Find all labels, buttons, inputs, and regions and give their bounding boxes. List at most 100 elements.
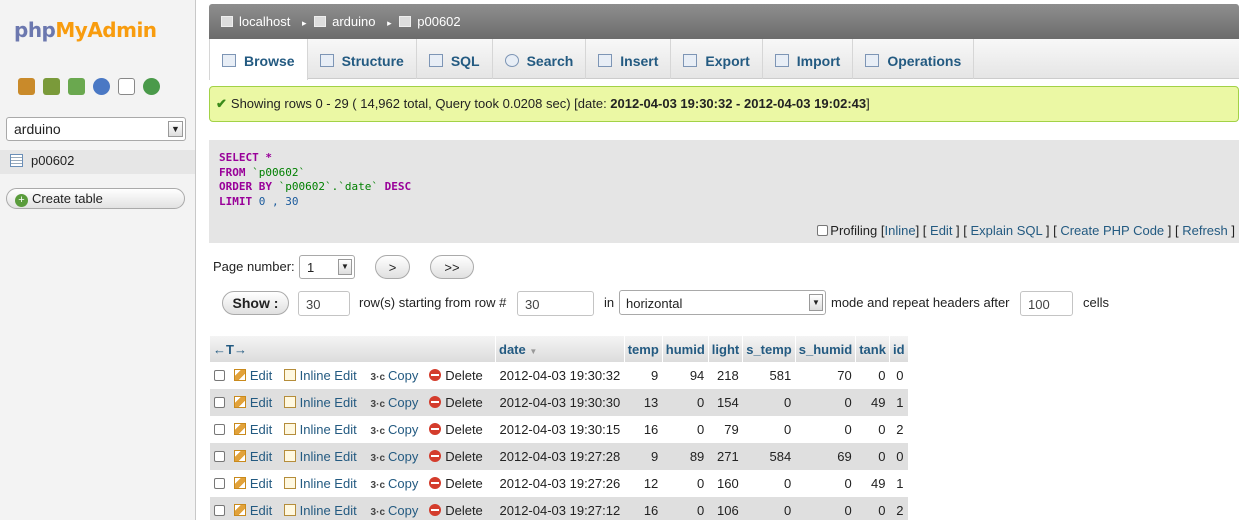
inline-edit-link[interactable]: Inline Edit: [283, 503, 357, 518]
home-icon[interactable]: [18, 78, 35, 95]
tab-export[interactable]: Export: [671, 39, 763, 79]
edit-sql-link[interactable]: Edit: [930, 223, 952, 238]
inline-link[interactable]: Inline: [885, 223, 916, 238]
table-cell-id[interactable]: 2: [889, 497, 908, 520]
row-checkbox[interactable]: [213, 424, 225, 435]
table-cell-s-temp[interactable]: 0: [742, 389, 796, 416]
tab-operations[interactable]: Operations: [853, 39, 975, 79]
row-checkbox[interactable]: [213, 451, 225, 462]
table-cell-humid[interactable]: 0: [662, 416, 709, 443]
table-cell-humid[interactable]: 0: [662, 389, 709, 416]
tab-insert[interactable]: Insert: [586, 39, 672, 79]
table-cell-tank[interactable]: 0: [855, 416, 890, 443]
delete-link[interactable]: Delete: [429, 503, 483, 518]
inline-edit-link[interactable]: Inline Edit: [283, 449, 357, 464]
table-cell-id[interactable]: 0: [889, 443, 908, 470]
reload-icon[interactable]: [143, 78, 160, 95]
tab-structure[interactable]: Structure: [308, 39, 417, 79]
show-button[interactable]: Show :: [222, 291, 289, 315]
sql-query[interactable]: SELECT * FROM `p00602` ORDER BY `p00602`…: [219, 151, 411, 209]
table-cell-humid[interactable]: 94: [662, 362, 709, 389]
delete-link[interactable]: Delete: [429, 449, 483, 464]
display-mode-select[interactable]: horizontal ▼: [619, 290, 826, 315]
table-cell-tank[interactable]: 0: [855, 443, 890, 470]
table-cell-light[interactable]: 154: [708, 389, 743, 416]
copy-link[interactable]: 3·c Copy: [371, 368, 419, 383]
table-cell-light[interactable]: 79: [708, 416, 743, 443]
copy-link[interactable]: 3·c Copy: [371, 503, 419, 518]
logout-icon[interactable]: [43, 78, 60, 95]
table-cell-s-temp[interactable]: 0: [742, 416, 796, 443]
table-cell-date[interactable]: 2012-04-03 19:27:12: [495, 497, 625, 520]
create-table-button[interactable]: + Create table: [6, 188, 185, 209]
database-select[interactable]: arduino ▼: [6, 117, 186, 141]
repeat-headers-input[interactable]: 100: [1020, 291, 1073, 316]
table-cell-temp[interactable]: 16: [624, 497, 663, 520]
edit-link[interactable]: Edit: [233, 395, 272, 410]
column-header-temp[interactable]: temp: [623, 336, 663, 362]
table-cell-tank[interactable]: 49: [855, 470, 890, 497]
copy-link[interactable]: 3·c Copy: [371, 422, 419, 437]
create-php-code-link[interactable]: Create PHP Code: [1060, 223, 1164, 238]
column-header-s-humid[interactable]: s_humid: [794, 336, 856, 362]
table-cell-light[interactable]: 106: [708, 497, 743, 520]
tab-sql[interactable]: SQL: [417, 39, 493, 79]
edit-link[interactable]: Edit: [233, 449, 272, 464]
column-header-tank[interactable]: tank: [855, 336, 890, 362]
breadcrumb-database[interactable]: arduino: [332, 14, 375, 29]
table-cell-temp[interactable]: 13: [624, 389, 663, 416]
column-header-s-temp[interactable]: s_temp: [742, 336, 796, 362]
delete-link[interactable]: Delete: [429, 368, 483, 383]
table-cell-temp[interactable]: 12: [624, 470, 663, 497]
profiling-checkbox[interactable]: [817, 225, 829, 236]
help-icon[interactable]: [93, 78, 110, 95]
table-cell-s-temp[interactable]: 0: [742, 497, 796, 520]
documentation-icon[interactable]: [118, 78, 135, 95]
table-cell-light[interactable]: 271: [708, 443, 743, 470]
column-arrows-header[interactable]: ←T→: [209, 336, 496, 362]
table-cell-tank[interactable]: 0: [855, 497, 890, 520]
table-cell-humid[interactable]: 0: [662, 497, 709, 520]
inline-edit-link[interactable]: Inline Edit: [283, 368, 357, 383]
table-cell-s-temp[interactable]: 584: [742, 443, 796, 470]
table-cell-date[interactable]: 2012-04-03 19:30:15: [495, 416, 625, 443]
edit-link[interactable]: Edit: [233, 476, 272, 491]
table-cell-s-humid[interactable]: 0: [795, 470, 856, 497]
table-cell-light[interactable]: 160: [708, 470, 743, 497]
page-number-select[interactable]: 1 ▼: [299, 255, 355, 279]
start-row-input[interactable]: 30: [517, 291, 594, 316]
inline-edit-link[interactable]: Inline Edit: [283, 395, 357, 410]
table-cell-tank[interactable]: 49: [855, 389, 890, 416]
phpmyadmin-logo[interactable]: phpMyAdmin: [14, 18, 157, 42]
copy-link[interactable]: 3·c Copy: [371, 395, 419, 410]
breadcrumb-server[interactable]: localhost: [239, 14, 290, 29]
table-cell-s-temp[interactable]: 581: [742, 362, 796, 389]
rows-count-input[interactable]: 30: [298, 291, 350, 316]
last-page-button[interactable]: >>: [430, 255, 474, 279]
column-header-humid[interactable]: humid: [661, 336, 709, 362]
table-cell-temp[interactable]: 16: [624, 416, 663, 443]
explain-sql-link[interactable]: Explain SQL: [971, 223, 1043, 238]
table-cell-date[interactable]: 2012-04-03 19:30:32: [495, 362, 625, 389]
table-cell-s-temp[interactable]: 0: [742, 470, 796, 497]
copy-link[interactable]: 3·c Copy: [371, 476, 419, 491]
column-header-id[interactable]: id: [888, 336, 908, 362]
sidebar-item-table[interactable]: p00602: [0, 150, 195, 174]
query-window-icon[interactable]: [68, 78, 85, 95]
table-cell-humid[interactable]: 0: [662, 470, 709, 497]
row-checkbox[interactable]: [213, 397, 225, 408]
table-cell-tank[interactable]: 0: [855, 362, 890, 389]
inline-edit-link[interactable]: Inline Edit: [283, 476, 357, 491]
delete-link[interactable]: Delete: [429, 422, 483, 437]
table-cell-id[interactable]: 1: [889, 389, 908, 416]
delete-link[interactable]: Delete: [429, 476, 483, 491]
delete-link[interactable]: Delete: [429, 395, 483, 410]
column-header-light[interactable]: light: [707, 336, 743, 362]
edit-link[interactable]: Edit: [233, 503, 272, 518]
refresh-link[interactable]: Refresh: [1182, 223, 1228, 238]
table-cell-s-humid[interactable]: 0: [795, 416, 856, 443]
table-cell-id[interactable]: 1: [889, 470, 908, 497]
tab-browse[interactable]: Browse: [209, 39, 308, 80]
tab-search[interactable]: Search: [493, 39, 587, 79]
table-cell-date[interactable]: 2012-04-03 19:30:30: [495, 389, 625, 416]
